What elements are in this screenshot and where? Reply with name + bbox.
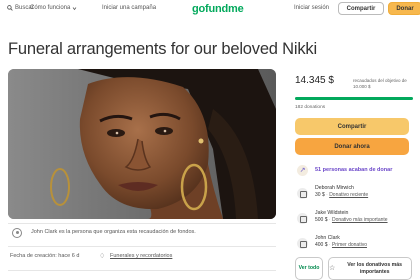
donor-tag[interactable]: Donativo reciente [329, 192, 368, 198]
donor-amount: 30 $ [315, 192, 325, 198]
how-it-works-label: Cómo funciona [30, 5, 71, 11]
category-link[interactable]: Funerales y recordatorios [110, 253, 172, 259]
donor-item: Deborah Mirwich 30 $ · Donativo reciente [295, 185, 413, 205]
donor-amount: 500 $ [315, 217, 328, 223]
see-all-button[interactable]: Ver todo [295, 257, 323, 280]
start-campaign-label: Iniciar una campaña [102, 5, 157, 11]
donation-icon [297, 188, 308, 199]
how-it-works-menu[interactable]: Cómo funciona [30, 5, 77, 11]
user-icon [12, 228, 22, 238]
donations-count: 182 donations [295, 105, 326, 110]
donor-tag[interactable]: Donativo más importante [332, 217, 388, 223]
campaign-photo [8, 69, 276, 219]
chevron-down-icon [73, 6, 77, 10]
start-campaign-link[interactable]: Iniciar una campaña [102, 5, 156, 11]
donation-icon [297, 238, 308, 249]
trending-text: 51 personas acaban de donar [315, 167, 393, 173]
donation-icon [297, 213, 308, 224]
donor-item: John Clark 400 $ · Primer donativo [295, 235, 413, 255]
share-button[interactable]: Compartir [295, 118, 409, 135]
raised-amount: 14.345 $ [295, 75, 334, 86]
header-donate-button[interactable]: Donar [388, 2, 420, 15]
raised-goal-text: recaudados del objetivo de 10.000 $ [353, 78, 407, 89]
created-date: Fecha de creación: hace 6 d [10, 253, 80, 259]
progress-bar [295, 97, 413, 100]
see-top-donations-button[interactable]: ☆ Ver los donativos más importantes [328, 257, 412, 280]
tag-icon: ♢ [99, 253, 106, 260]
progress-fill [295, 97, 413, 100]
trending-icon: ↗ [297, 165, 308, 176]
donor-name: Deborah Mirwich [315, 185, 354, 191]
gofundme-logo[interactable]: gofundme [192, 3, 244, 15]
star-icon: ☆ [329, 265, 336, 272]
header-share-button[interactable]: Compartir [338, 2, 384, 15]
divider [8, 223, 276, 224]
donor-amount-line: 30 $ · Donativo reciente [315, 192, 368, 198]
portrait-image [8, 69, 276, 219]
donor-tag[interactable]: Primer donativo [332, 242, 367, 248]
donor-name: Jake Wildstein [315, 210, 349, 216]
donation-card: 14.345 $ recaudados del objetivo de 10.0… [289, 69, 420, 280]
top-navigation: Buscar Cómo funciona Iniciar una campaña… [0, 0, 420, 20]
see-top-label: Ver los donativos más importantes [347, 261, 403, 275]
donor-name: John Clark [315, 235, 340, 241]
donor-item: Jake Wildstein 500 $ · Donativo más impo… [295, 210, 413, 230]
divider [8, 246, 276, 247]
donor-amount: 400 $ [315, 242, 328, 248]
campaign-title: Funeral arrangements for our beloved Nik… [8, 40, 317, 58]
login-link[interactable]: Iniciar sesión [294, 5, 329, 11]
divider [8, 270, 276, 271]
organizer-text: John Clark es la persona que organiza es… [31, 229, 196, 235]
donate-now-button[interactable]: Donar ahora [295, 138, 409, 155]
donor-amount-line: 500 $ · Donativo más importante [315, 217, 388, 223]
donor-amount-line: 400 $ · Primer donativo [315, 242, 367, 248]
search-icon [7, 5, 13, 11]
